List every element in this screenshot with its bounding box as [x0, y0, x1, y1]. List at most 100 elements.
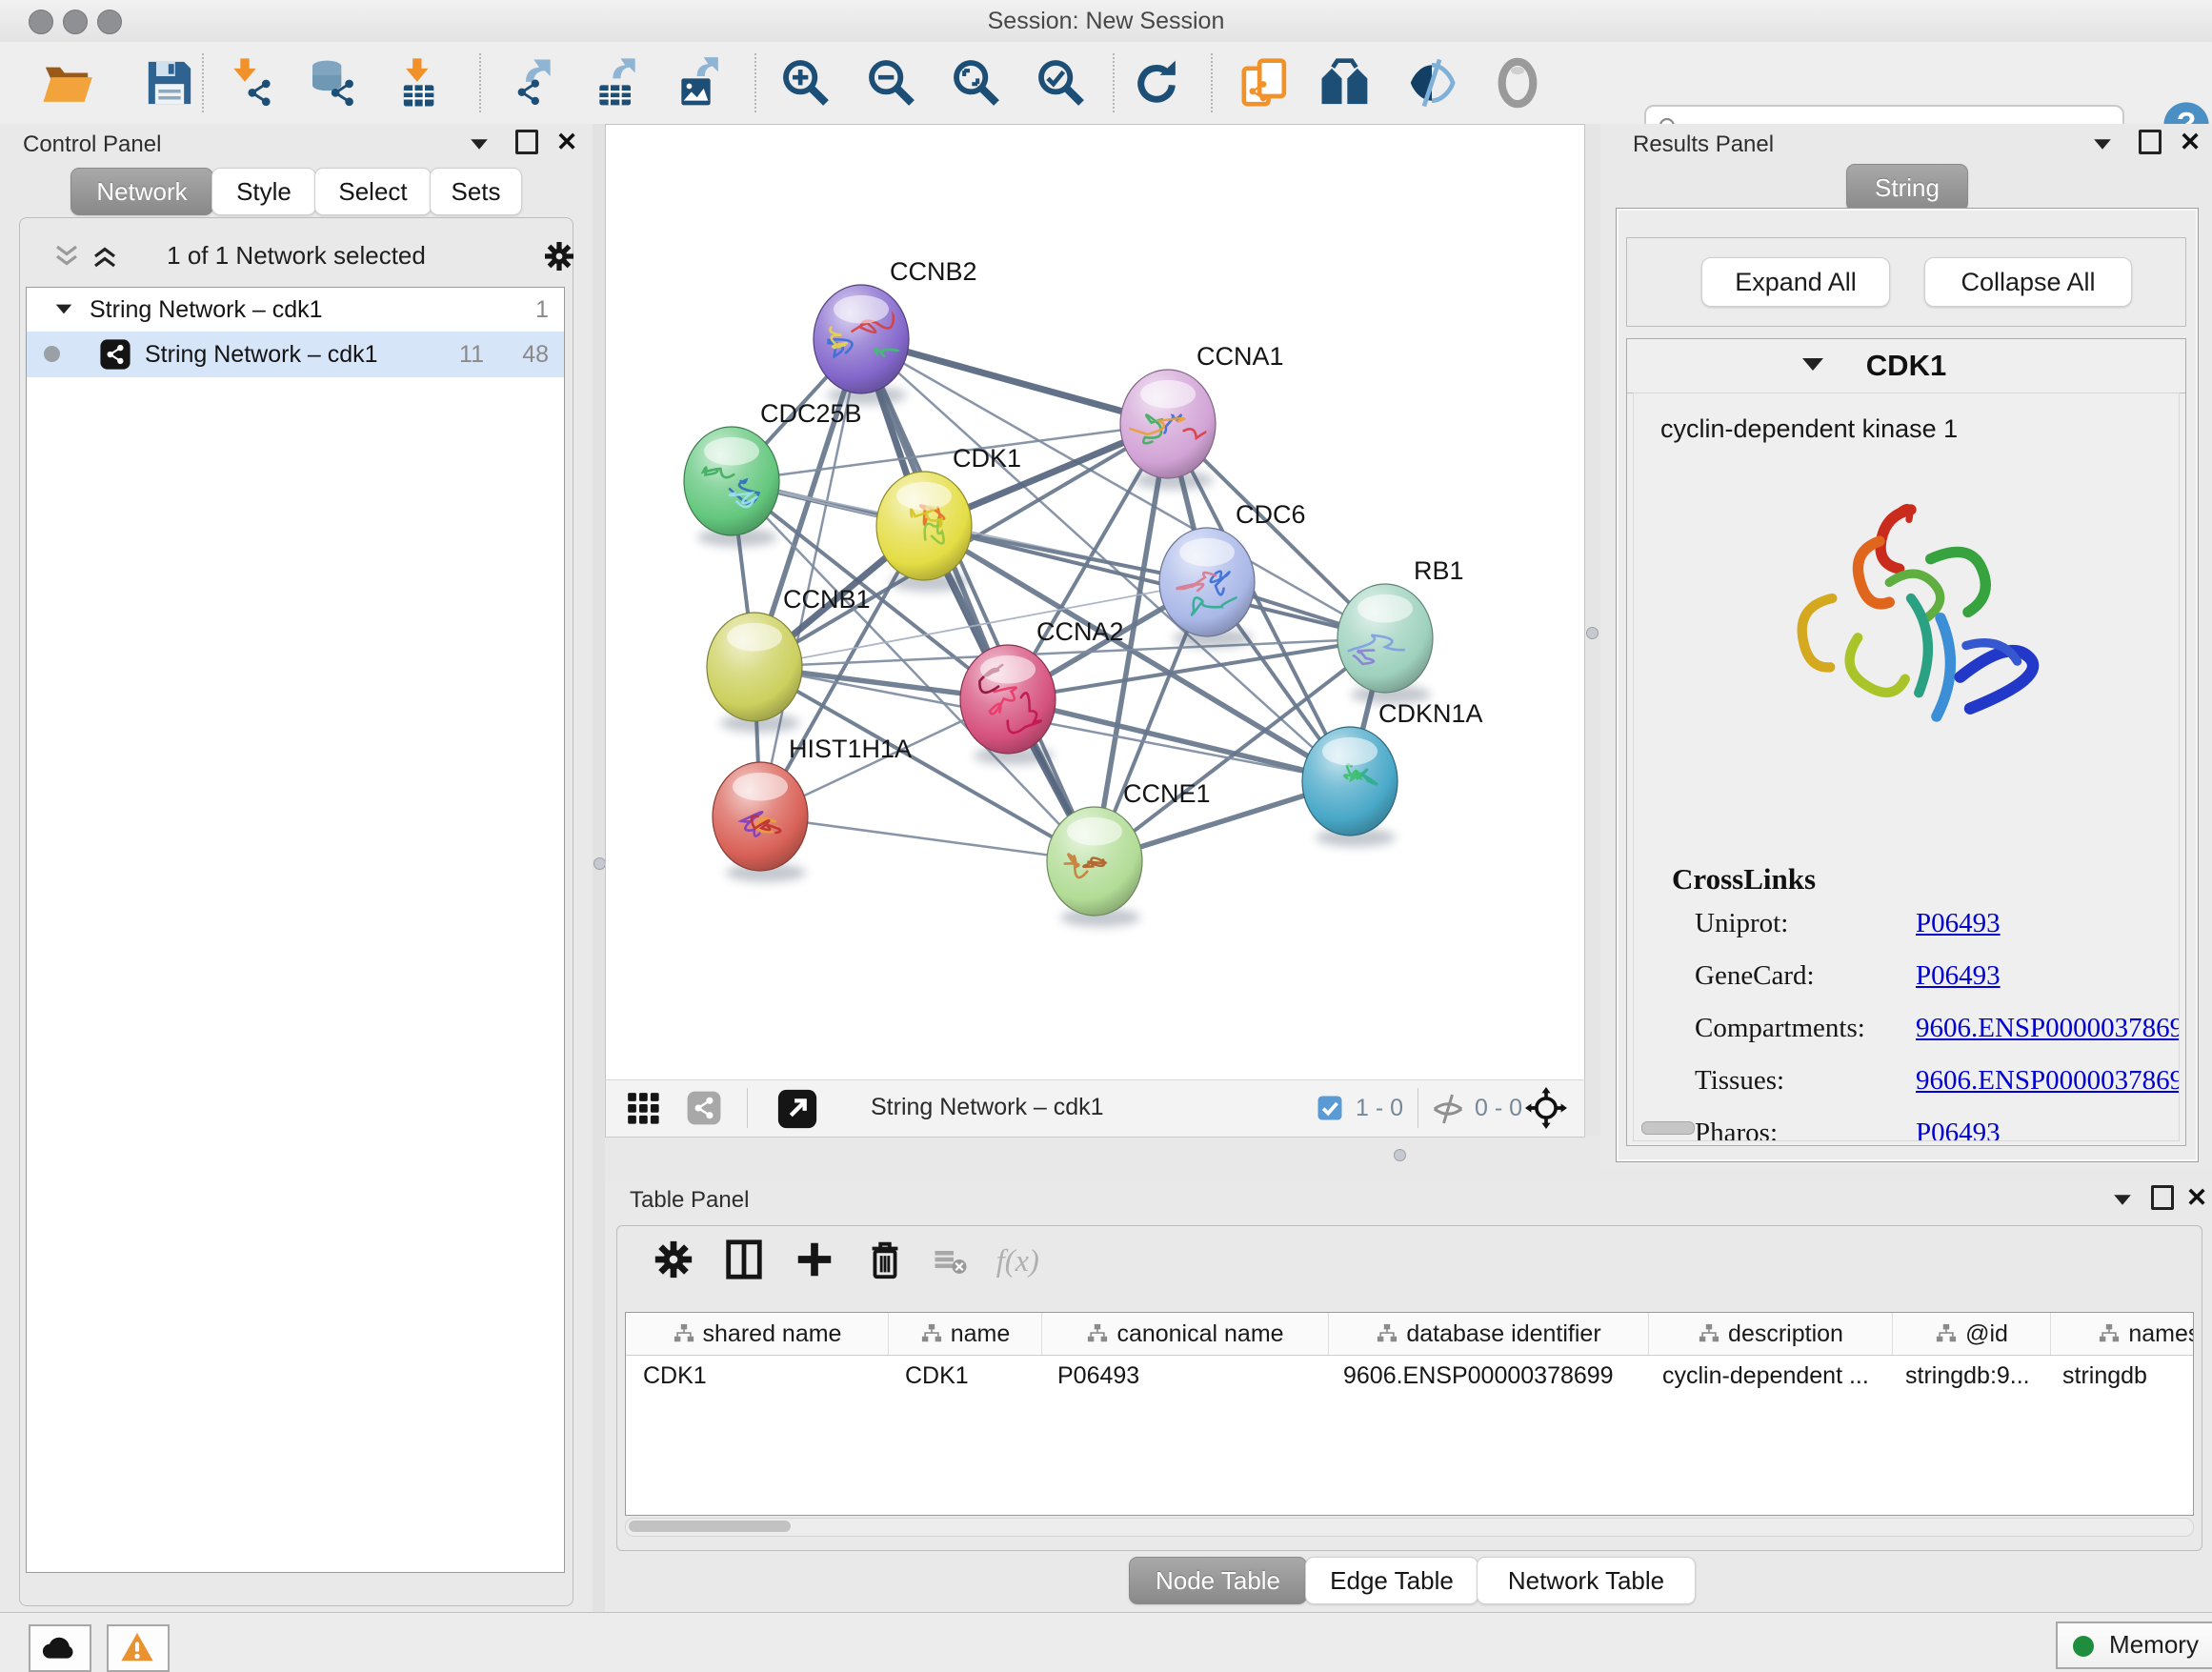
node-label-CCNA1: CCNA1: [1196, 342, 1284, 371]
column-header-description[interactable]: description: [1649, 1313, 1893, 1355]
crosslink-row: Compartments:9606.ENSP00000378699: [1695, 1013, 2171, 1065]
import-table-button[interactable]: [392, 56, 445, 110]
main-toolbar: ?: [0, 42, 2212, 125]
hidden-eye-icon[interactable]: [1431, 1092, 1465, 1126]
tab-edge-table[interactable]: Edge Table: [1305, 1557, 1478, 1604]
import-database-button[interactable]: [306, 56, 359, 110]
table-panel-close-button[interactable]: ✕: [2182, 1183, 2211, 1212]
tab-sets[interactable]: Sets: [430, 168, 522, 215]
results-panel-maximize-button[interactable]: [2136, 130, 2164, 158]
network-overview-icon[interactable]: [686, 1090, 722, 1126]
selected-checkbox-icon[interactable]: [1316, 1094, 1344, 1122]
table-cell[interactable]: CDK1: [626, 1355, 888, 1397]
crosslink-link[interactable]: 9606.ENSP00000378699: [1916, 1065, 2180, 1097]
vertical-splitter-right[interactable]: [1583, 124, 1600, 1170]
tab-network-table[interactable]: Network Table: [1477, 1557, 1696, 1604]
zoom-out-button[interactable]: [865, 56, 918, 110]
export-image-button[interactable]: [673, 56, 726, 110]
network-node-CCNB2[interactable]: CCNB2: [814, 257, 977, 405]
delete-column-icon[interactable]: [863, 1238, 907, 1281]
results-hscrollbar-thumb[interactable]: [1641, 1121, 1695, 1135]
network-node-CCNE1[interactable]: CCNE1: [1047, 779, 1211, 927]
results-panel: Results Panel ✕ String Expand All Collap…: [1600, 124, 2212, 1170]
open-folder-button[interactable]: [40, 56, 93, 110]
eye-gray-button[interactable]: [1491, 56, 1544, 110]
save-button[interactable]: [143, 56, 196, 110]
crosslink-label: Tissues:: [1695, 1065, 1784, 1096]
network-options-gear-icon[interactable]: [542, 239, 576, 273]
vertical-splitter-left[interactable]: [593, 124, 605, 1612]
crosslink-link[interactable]: 9606.ENSP00000378699: [1916, 1013, 2180, 1044]
network-edge[interactable]: [760, 816, 1095, 861]
warnings-button[interactable]: [107, 1624, 170, 1672]
import-network-button[interactable]: [225, 56, 278, 110]
column-header-namespace[interactable]: namespace: [2051, 1313, 2194, 1355]
results-panel-close-button[interactable]: ✕: [2176, 128, 2204, 156]
network-collection-row[interactable]: String Network – cdk1 1: [27, 288, 564, 332]
eye-hide-blue-button[interactable]: [1405, 56, 1458, 110]
export-network-button[interactable]: [506, 56, 559, 110]
grid-view-icon[interactable]: [625, 1090, 661, 1126]
table-cell[interactable]: 9606.ENSP00000378699: [1326, 1355, 1645, 1397]
expand-all-button[interactable]: Expand All: [1701, 257, 1890, 307]
table-cell[interactable]: stringdb:9...: [1888, 1355, 2045, 1397]
crosslink-link[interactable]: P06493: [1916, 908, 2001, 939]
cloud-status-button[interactable]: [29, 1624, 91, 1672]
network-edge[interactable]: [861, 339, 1095, 861]
zoom-in-button[interactable]: [779, 56, 833, 110]
table-cell[interactable]: cyclin-dependent ...: [1645, 1355, 1888, 1397]
network-canvas[interactable]: CCNB2CCNA1CDC25BCDK1CDC6RB1CCNB1CCNA2CDK…: [605, 124, 1585, 1081]
zoom-fit-button[interactable]: [950, 56, 1003, 110]
duplicate-pages-button[interactable]: [1238, 56, 1292, 110]
collection-expander-icon[interactable]: [56, 305, 72, 314]
table-hscrollbar-thumb[interactable]: [629, 1521, 791, 1532]
column-type-icon: [920, 1323, 943, 1344]
table-options-gear-icon[interactable]: [652, 1238, 695, 1281]
tab-style[interactable]: Style: [211, 168, 316, 215]
column-header-canonical-name[interactable]: canonical name: [1042, 1313, 1329, 1355]
results-panel-float-button[interactable]: [2088, 130, 2117, 158]
tab-string[interactable]: String: [1846, 164, 1968, 212]
fit-content-icon[interactable]: [1525, 1087, 1567, 1129]
column-header--id[interactable]: @id: [1893, 1313, 2051, 1355]
control-panel-close-button[interactable]: ✕: [553, 128, 581, 156]
network-row-selected[interactable]: String Network – cdk1 11 48: [27, 332, 564, 377]
table-cell[interactable]: stringdb: [2045, 1355, 2194, 1397]
binoculars-button[interactable]: [1318, 56, 1372, 110]
column-header-database-identifier[interactable]: database identifier: [1329, 1313, 1649, 1355]
network-node-CDKN1A[interactable]: CDKN1A: [1302, 699, 1483, 847]
tab-node-table[interactable]: Node Table: [1129, 1557, 1307, 1604]
network-node-RB1[interactable]: RB1: [1337, 556, 1464, 704]
table-cell[interactable]: P06493: [1040, 1355, 1326, 1397]
memory-button[interactable]: Memory: [2056, 1622, 2212, 1669]
table-row[interactable]: CDK1CDK1P064939606.ENSP00000378699cyclin…: [626, 1355, 2194, 1397]
create-column-icon[interactable]: [793, 1238, 836, 1281]
network-node-count: 11: [459, 341, 484, 369]
export-table-button[interactable]: [591, 56, 644, 110]
table-hscrollbar[interactable]: [625, 1518, 2194, 1537]
network-node-HIST1H1A[interactable]: HIST1H1A: [713, 735, 912, 882]
memory-label: Memory: [2109, 1630, 2199, 1659]
control-panel-float-button[interactable]: [465, 130, 493, 158]
column-header-shared-name[interactable]: shared name: [626, 1313, 889, 1355]
network-node-CCNA1[interactable]: CCNA1: [1120, 342, 1284, 490]
table-cell[interactable]: CDK1: [888, 1355, 1040, 1397]
tab-select[interactable]: Select: [314, 168, 432, 215]
detach-view-icon[interactable]: [775, 1087, 819, 1131]
collapse-all-button[interactable]: Collapse All: [1924, 257, 2132, 307]
gene-section-header[interactable]: CDK1: [1627, 339, 2185, 393]
network-view: CCNB2CCNA1CDC25BCDK1CDC6RB1CCNB1CCNA2CDK…: [605, 124, 1583, 1136]
control-panel-maximize-button[interactable]: [513, 130, 541, 158]
zoom-selected-button[interactable]: [1035, 56, 1088, 110]
crosslink-link[interactable]: P06493: [1916, 1118, 2001, 1141]
tab-network[interactable]: Network: [70, 168, 213, 215]
network-label: String Network – cdk1: [145, 341, 378, 369]
crosslink-row: Pharos:P06493: [1695, 1118, 2171, 1141]
table-panel-maximize-button[interactable]: [2148, 1185, 2177, 1214]
refresh-button[interactable]: [1130, 56, 1183, 110]
table-panel-float-button[interactable]: [2108, 1185, 2137, 1214]
show-columns-icon[interactable]: [722, 1238, 766, 1281]
crosslink-link[interactable]: P06493: [1916, 960, 2001, 992]
network-node-CCNB1[interactable]: CCNB1: [707, 585, 871, 733]
column-header-name[interactable]: name: [889, 1313, 1042, 1355]
